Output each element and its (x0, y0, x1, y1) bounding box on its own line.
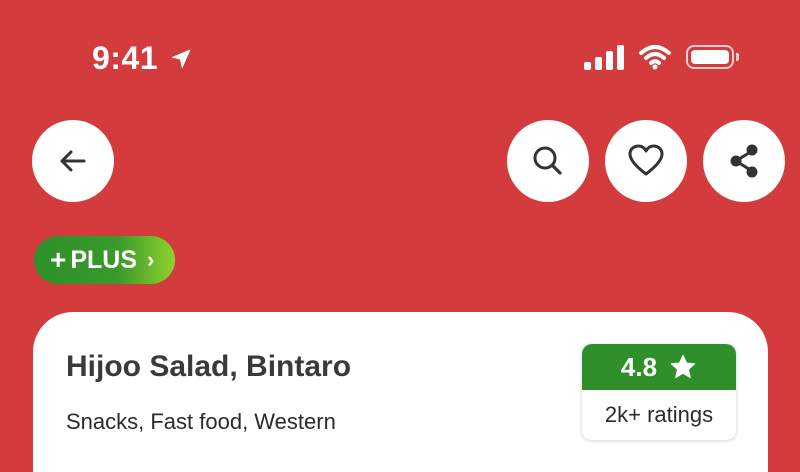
share-button[interactable] (703, 120, 785, 202)
plus-badge-label: PLUS (70, 245, 138, 274)
back-button[interactable] (32, 120, 114, 202)
wifi-icon (639, 45, 671, 70)
signal-icon (584, 44, 624, 70)
rating-box[interactable]: 4.8 2k+ ratings (582, 344, 736, 440)
share-icon (730, 144, 758, 178)
rating-value: 4.8 (620, 351, 658, 382)
rating-score: 4.8 (582, 344, 736, 390)
status-time: 9:41 (92, 40, 194, 77)
status-time-text: 9:41 (92, 40, 159, 76)
restaurant-categories: Snacks, Fast food, Western (66, 409, 336, 434)
plus-sign-icon: + (50, 244, 67, 275)
search-button[interactable] (507, 120, 589, 202)
back-icon (60, 150, 86, 172)
star-icon (670, 354, 696, 379)
chevron-right-icon: › (147, 247, 155, 272)
restaurant-card: Hijoo Salad, Bintaro Snacks, Fast food, … (33, 312, 768, 472)
plus-badge[interactable]: + PLUS › (34, 236, 175, 284)
search-icon (533, 146, 562, 175)
rating-count: 2k+ ratings (604, 402, 714, 427)
status-indicators (584, 44, 739, 70)
location-arrow-icon (171, 48, 191, 69)
battery-icon (686, 45, 739, 69)
heart-icon (628, 144, 664, 176)
favorite-button[interactable] (605, 120, 687, 202)
restaurant-name: Hijoo Salad, Bintaro (66, 350, 352, 383)
